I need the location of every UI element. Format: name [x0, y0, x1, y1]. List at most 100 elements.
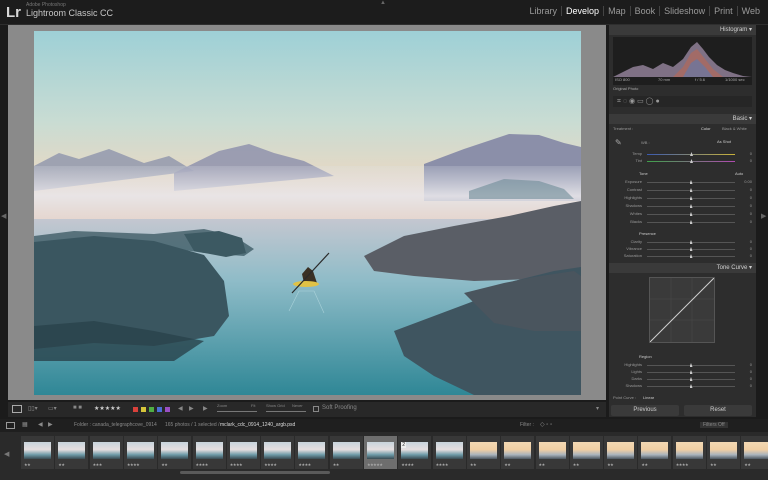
next-photo-icon[interactable]: ▶ [189, 405, 194, 412]
radial-filter-icon[interactable]: ◯ [646, 98, 654, 105]
tint-slider[interactable]: Tint 0 [617, 158, 754, 165]
loupe-view-icon[interactable] [12, 405, 22, 413]
region-slider-shadows[interactable]: Shadows 0 [617, 383, 754, 390]
basic-header[interactable]: Basic ▾ [609, 114, 756, 124]
presence-slider-saturation[interactable]: Saturation 0 [617, 253, 754, 260]
filmstrip-thumbnail[interactable]: ★★★★ [192, 436, 226, 469]
previous-photo-icon[interactable]: ◀ [178, 405, 183, 412]
region-value[interactable]: 0 [750, 376, 752, 381]
main-photo[interactable] [34, 31, 581, 395]
tone-slider-whites[interactable]: Whites 0 [617, 211, 754, 218]
tint-value[interactable]: 0 [750, 158, 752, 163]
monitor-1-icon[interactable] [6, 422, 15, 429]
grid-view-icon[interactable]: ▦ [22, 421, 28, 428]
wb-value[interactable]: As Shot [717, 139, 731, 144]
flag-icons[interactable]: ■ ■ [73, 405, 82, 411]
module-map[interactable]: Map [604, 6, 631, 16]
presence-value[interactable]: 0 [750, 239, 752, 244]
color-treatment[interactable]: Color [701, 126, 711, 131]
folder-path[interactable]: Folder : canada_telegraphcove_0914 [74, 422, 157, 428]
filmstrip-thumbnail[interactable]: ★★ [707, 436, 740, 469]
presence-value[interactable]: 0 [750, 246, 752, 251]
color-label-green[interactable] [149, 407, 154, 412]
filmstrip-thumbnail[interactable]: ★★★★ [226, 436, 260, 469]
color-label-purple[interactable] [165, 407, 170, 412]
module-web[interactable]: Web [738, 6, 764, 16]
tone-value[interactable]: 0.00 [744, 179, 752, 184]
tone-curve-graph[interactable] [649, 277, 715, 343]
filmstrip-left-arrow-icon[interactable]: ◀ [4, 450, 9, 458]
file-name[interactable]: mclark_cdc_0914_1240_argb.psd [220, 422, 295, 428]
tone-value[interactable]: 0 [750, 203, 752, 208]
presence-value[interactable]: 0 [750, 253, 752, 258]
bw-treatment[interactable]: Black & White [722, 126, 747, 131]
color-label-red[interactable] [133, 407, 138, 412]
color-label-blue[interactable] [157, 407, 162, 412]
module-develop[interactable]: Develop [562, 6, 605, 16]
tone-curve-header[interactable]: Tone Curve ▾ [609, 263, 756, 273]
tone-value[interactable]: 0 [750, 187, 752, 192]
red-eye-icon[interactable]: ◉ [629, 98, 635, 105]
survey-view-icon[interactable]: ▭▾ [48, 405, 57, 412]
filmstrip-thumbnail[interactable]: ★★ [158, 436, 192, 469]
filmstrip-thumbnail[interactable]: ★★★★★ [364, 436, 397, 469]
tone-slider-contrast[interactable]: Contrast 0 [617, 187, 754, 194]
module-book[interactable]: Book [631, 6, 661, 16]
point-curve-value[interactable]: Linear [643, 395, 654, 400]
filter-dropdown[interactable]: Filters Off [700, 422, 728, 428]
soft-proofing-checkbox[interactable] [313, 406, 319, 412]
filmstrip-thumbnail[interactable]: ★★★★ 2 [398, 436, 432, 469]
spot-removal-icon[interactable]: ◌ [623, 98, 627, 105]
module-print[interactable]: Print [710, 6, 738, 16]
filmstrip-thumbnail[interactable]: ★★★ [89, 436, 123, 469]
toolbar-menu-icon[interactable]: ▾ [596, 405, 599, 412]
zoom-slider[interactable] [217, 411, 257, 412]
region-value[interactable]: 0 [750, 369, 752, 374]
region-value[interactable]: 0 [750, 362, 752, 367]
filmstrip-thumbnail[interactable]: ★★ [55, 436, 89, 469]
star-rating[interactable]: ★★★★★ [94, 405, 121, 412]
tone-slider-highlights[interactable]: Highlights 0 [617, 195, 754, 202]
collapse-right-panel-icon[interactable]: ▶ [761, 212, 766, 220]
filter-flag-icons[interactable]: ◇ ▫ ▫ [540, 421, 552, 428]
tone-slider-exposure[interactable]: Exposure 0.00 [617, 179, 754, 186]
grid-slider[interactable] [266, 411, 306, 412]
tone-value[interactable]: 0 [750, 211, 752, 216]
filmstrip-thumbnail[interactable]: ★★ [21, 436, 54, 469]
graduated-filter-icon[interactable]: ▭ [637, 98, 644, 105]
expand-left-panel-icon[interactable]: ◀ [1, 212, 6, 220]
forward-icon[interactable]: ▶ [48, 421, 53, 428]
stack-badge[interactable]: 2 [401, 442, 407, 448]
collapse-top-panel-icon[interactable]: ▲ [380, 0, 386, 6]
histogram[interactable]: ISO 800 70 mm f / 5.6 1/1000 sec [613, 37, 752, 85]
eyedropper-icon[interactable]: ✎ [615, 138, 622, 147]
tone-value[interactable]: 0 [750, 195, 752, 200]
adjustment-brush-icon[interactable]: ● [655, 98, 659, 105]
module-slideshow[interactable]: Slideshow [660, 6, 711, 16]
reset-button[interactable]: Reset [684, 405, 752, 416]
filmstrip-thumbnail[interactable]: ★★ [604, 436, 638, 469]
tone-slider-blacks[interactable]: Blacks 0 [617, 219, 754, 226]
back-icon[interactable]: ◀ [38, 421, 43, 428]
filmstrip-thumbnail[interactable]: ★★ [329, 436, 363, 469]
filmstrip-thumbnail[interactable]: ★★ [535, 436, 569, 469]
region-value[interactable]: 0 [750, 383, 752, 388]
tone-value[interactable]: 0 [750, 219, 752, 224]
show-grid-value[interactable]: Never [292, 403, 303, 408]
filmstrip-thumbnail[interactable]: ★★ [638, 436, 672, 469]
tone-slider-shadows[interactable]: Shadows 0 [617, 203, 754, 210]
filmstrip-thumbnail[interactable]: ★★ [569, 436, 603, 469]
filmstrip-thumbnail[interactable]: ★★★★ [672, 436, 706, 469]
histogram-header[interactable]: Histogram ▾ [609, 25, 756, 35]
filmstrip-thumbnail[interactable]: ★★ [741, 436, 768, 469]
filmstrip-scrollbar[interactable] [180, 471, 330, 474]
filmstrip-thumbnail[interactable]: ★★ [501, 436, 535, 469]
filmstrip-thumbnail[interactable]: ★★★★ [295, 436, 329, 469]
previous-button[interactable]: Previous [611, 405, 679, 416]
filmstrip-thumbnail[interactable]: ★★★★ [123, 436, 157, 469]
color-label-yellow[interactable] [141, 407, 146, 412]
module-library[interactable]: Library [526, 6, 563, 16]
temp-value[interactable]: 0 [750, 151, 752, 156]
filmstrip-thumbnail[interactable]: ★★★★ [261, 436, 295, 469]
slideshow-icon[interactable]: ▶ [203, 405, 208, 412]
